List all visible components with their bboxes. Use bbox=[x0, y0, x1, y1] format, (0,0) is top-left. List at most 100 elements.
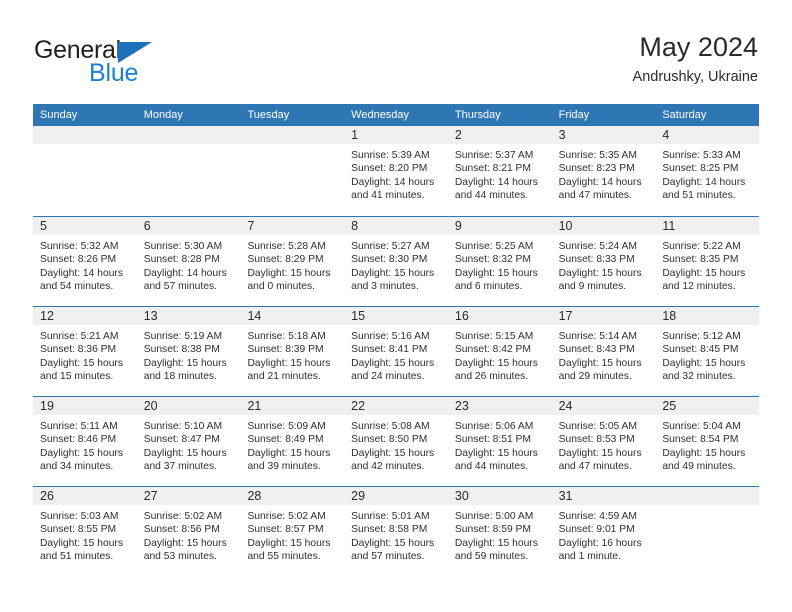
day-detail-line: Sunrise: 5:28 AM bbox=[247, 241, 326, 252]
day-detail-line: Sunrise: 5:27 AM bbox=[351, 241, 430, 252]
calendar-day-cell[interactable]: 17 Sunrise: 5:14 AM Sunset: 8:43 PM Dayligh… bbox=[551, 307, 656, 396]
day-detail-line: and 51 minutes. bbox=[662, 190, 736, 202]
day-details: Sunrise: 5:11 AM Sunset: 8:46 PM Daylight:… bbox=[33, 416, 137, 474]
day-detail-line: Sunrise: 5:00 AM bbox=[454, 511, 534, 522]
calendar-day-cell[interactable]: 20 Sunrise: 5:10 AM Sunset: 8:47 PM Dayligh… bbox=[136, 397, 241, 486]
day-detail-line: and 47 minutes. bbox=[558, 461, 632, 473]
day-detail-line: Sunset: 8:25 PM bbox=[662, 163, 739, 175]
day-number-band: 19 bbox=[33, 397, 137, 416]
day-detail-line: Sunrise: 5:11 AM bbox=[40, 421, 118, 432]
calendar-day-cell[interactable]: 5 Sunrise: 5:32 AM Sunset: 8:26 PM Daylight… bbox=[33, 217, 137, 306]
calendar-day-cell[interactable]: 1 Sunrise: 5:39 AM Sunset: 8:20 PM Daylight… bbox=[344, 126, 448, 216]
calendar-week-row: 5 Sunrise: 5:32 AM Sunset: 8:26 PM Daylight… bbox=[33, 216, 760, 306]
calendar-day-cell[interactable]: 29 Sunrise: 5:01 AM Sunset: 8:58 PM Dayligh… bbox=[344, 487, 448, 576]
calendar-day-cell[interactable]: 4 Sunrise: 5:33 AM Sunset: 8:25 PM Daylight… bbox=[655, 126, 760, 216]
day-detail-line: Sunset: 8:35 PM bbox=[662, 254, 739, 266]
day-detail-line: Sunrise: 5:12 AM bbox=[662, 331, 741, 342]
day-detail-line: Sunrise: 5:35 AM bbox=[558, 150, 638, 161]
day-detail-line: Daylight: 15 hours bbox=[247, 357, 331, 369]
calendar-day-cell[interactable]: 19 Sunrise: 5:11 AM Sunset: 8:46 PM Dayligh… bbox=[33, 397, 137, 486]
weekday-header-monday: Monday bbox=[143, 109, 183, 121]
day-detail-line: Sunset: 8:21 PM bbox=[454, 163, 532, 175]
calendar-day-cell[interactable]: 6 Sunrise: 5:30 AM Sunset: 8:28 PM Daylight… bbox=[136, 217, 241, 306]
calendar-day-cell[interactable]: 28 Sunrise: 5:02 AM Sunset: 8:57 PM Dayligh… bbox=[240, 487, 345, 576]
calendar-day-cell[interactable]: 7 Sunrise: 5:28 AM Sunset: 8:29 PM Daylight… bbox=[240, 217, 345, 306]
day-number: 9 bbox=[454, 219, 462, 233]
day-number-band: 13 bbox=[136, 307, 241, 326]
day-detail-line: Daylight: 15 hours bbox=[247, 447, 331, 459]
day-number-band: 26 bbox=[33, 487, 137, 506]
day-detail-line: Sunset: 8:33 PM bbox=[558, 254, 635, 266]
page-header: General Blue May 2024 Andrushky, Ukraine bbox=[0, 0, 792, 100]
calendar-day-cell[interactable]: 18 Sunrise: 5:12 AM Sunset: 8:45 PM Dayligh… bbox=[655, 307, 760, 396]
day-detail-line: Daylight: 15 hours bbox=[558, 447, 642, 459]
day-detail-line: Daylight: 15 hours bbox=[143, 447, 227, 459]
day-detail-line: Sunrise: 5:18 AM bbox=[247, 331, 326, 342]
calendar-day-cell[interactable]: 24 Sunrise: 5:05 AM Sunset: 8:53 PM Dayligh… bbox=[551, 397, 656, 486]
calendar-day-cell[interactable]: 30 Sunrise: 5:00 AM Sunset: 8:59 PM Dayligh… bbox=[447, 487, 552, 576]
day-detail-line: Sunset: 8:45 PM bbox=[662, 344, 739, 356]
day-detail-line: and 49 minutes. bbox=[662, 461, 736, 473]
day-number: 22 bbox=[351, 399, 366, 413]
day-details: Sunrise: 5:12 AM Sunset: 8:45 PM Daylight:… bbox=[655, 326, 759, 384]
day-detail-line: Sunrise: 5:05 AM bbox=[558, 421, 638, 432]
calendar-day-cell[interactable]: 8 Sunrise: 5:27 AM Sunset: 8:30 PM Daylight… bbox=[344, 217, 448, 306]
day-number: 7 bbox=[247, 219, 255, 233]
day-number: 12 bbox=[40, 309, 54, 323]
calendar-day-cell[interactable]: 14 Sunrise: 5:18 AM Sunset: 8:39 PM Dayligh… bbox=[240, 307, 345, 396]
day-details: Sunrise: 5:06 AM Sunset: 8:51 PM Daylight:… bbox=[448, 416, 552, 474]
day-detail-line: Sunrise: 5:19 AM bbox=[143, 331, 223, 342]
day-details: Sunrise: 5:30 AM Sunset: 8:28 PM Daylight:… bbox=[137, 236, 241, 294]
day-detail-line: Sunset: 8:42 PM bbox=[454, 344, 532, 356]
calendar-week-row: 26 Sunrise: 5:03 AM Sunset: 8:55 PM Dayligh… bbox=[33, 486, 760, 576]
calendar-day-cell[interactable]: 3 Sunrise: 5:35 AM Sunset: 8:23 PM Daylight… bbox=[551, 126, 656, 216]
day-details: Sunrise: 5:02 AM Sunset: 8:57 PM Daylight:… bbox=[240, 506, 344, 564]
day-details: Sunrise: 5:24 AM Sunset: 8:33 PM Daylight:… bbox=[552, 236, 656, 294]
calendar-day-cell[interactable]: 2 Sunrise: 5:37 AM Sunset: 8:21 PM Daylight… bbox=[447, 126, 552, 216]
day-detail-line: and 37 minutes. bbox=[143, 461, 217, 473]
calendar-day-cell[interactable]: 10 Sunrise: 5:24 AM Sunset: 8:33 PM Dayligh… bbox=[551, 217, 656, 306]
day-detail-line: Sunset: 8:50 PM bbox=[351, 434, 428, 446]
logo-text-blue: Blue bbox=[89, 59, 139, 87]
weekday-header-row: Sunday Monday Tuesday Wednesday Thursday Frid… bbox=[33, 104, 759, 126]
calendar-day-cell[interactable]: 25 Sunrise: 5:04 AM Sunset: 8:54 PM Dayligh… bbox=[655, 397, 760, 486]
day-number: 25 bbox=[662, 399, 677, 413]
calendar-day-cell[interactable]: 15 Sunrise: 5:16 AM Sunset: 8:41 PM Dayligh… bbox=[344, 307, 448, 396]
calendar-weeks: 1 Sunrise: 5:39 AM Sunset: 8:20 PM Daylight… bbox=[33, 126, 760, 576]
calendar-day-cell[interactable]: 22 Sunrise: 5:08 AM Sunset: 8:50 PM Dayligh… bbox=[344, 397, 448, 486]
day-number-band: 30 bbox=[447, 487, 552, 506]
day-detail-line: Sunrise: 5:16 AM bbox=[351, 331, 430, 342]
day-detail-line: and 47 minutes. bbox=[558, 190, 632, 202]
weekday-header-friday: Friday bbox=[558, 109, 590, 121]
day-detail-line: Daylight: 14 hours bbox=[143, 267, 227, 279]
day-number-band: 12 bbox=[33, 307, 137, 326]
day-detail-line: Daylight: 15 hours bbox=[558, 267, 642, 279]
calendar-day-cell[interactable]: 27 Sunrise: 5:02 AM Sunset: 8:56 PM Dayligh… bbox=[136, 487, 241, 576]
day-number-band: 11 bbox=[655, 217, 760, 236]
day-number: 23 bbox=[454, 399, 469, 413]
day-detail-line: Sunrise: 5:10 AM bbox=[143, 421, 223, 432]
day-details: Sunrise: 5:39 AM Sunset: 8:20 PM Daylight:… bbox=[344, 145, 448, 203]
calendar-day-cell[interactable]: 12 Sunrise: 5:21 AM Sunset: 8:36 PM Dayligh… bbox=[33, 307, 137, 396]
day-details: Sunrise: 5:28 AM Sunset: 8:29 PM Daylight:… bbox=[240, 236, 344, 294]
day-detail-line: Sunset: 9:01 PM bbox=[558, 524, 635, 536]
day-number: 26 bbox=[40, 489, 54, 503]
calendar-day-cell[interactable]: 31 Sunrise: 4:59 AM Sunset: 9:01 PM Dayligh… bbox=[551, 487, 656, 576]
calendar-day-cell[interactable]: 16 Sunrise: 5:15 AM Sunset: 8:42 PM Dayligh… bbox=[447, 307, 552, 396]
day-detail-line: Daylight: 15 hours bbox=[454, 537, 538, 549]
day-detail-line: and 57 minutes. bbox=[351, 551, 425, 563]
day-detail-line: Sunrise: 5:25 AM bbox=[454, 241, 534, 252]
calendar-day-cell[interactable]: 11 Sunrise: 5:22 AM Sunset: 8:35 PM Dayligh… bbox=[655, 217, 760, 306]
calendar-day-cell[interactable]: 21 Sunrise: 5:09 AM Sunset: 8:49 PM Dayligh… bbox=[240, 397, 345, 486]
day-number-band bbox=[240, 126, 345, 145]
day-detail-line: and 41 minutes. bbox=[351, 190, 425, 202]
day-detail-line: Sunrise: 5:37 AM bbox=[454, 150, 534, 161]
calendar-day-cell[interactable]: 9 Sunrise: 5:25 AM Sunset: 8:32 PM Daylight… bbox=[447, 217, 552, 306]
page-title: May 2024 bbox=[639, 32, 758, 62]
day-detail-line: and 0 minutes. bbox=[247, 281, 315, 293]
calendar-day-cell[interactable]: 13 Sunrise: 5:19 AM Sunset: 8:38 PM Dayligh… bbox=[136, 307, 241, 396]
calendar-day-cell[interactable]: 26 Sunrise: 5:03 AM Sunset: 8:55 PM Dayligh… bbox=[33, 487, 137, 576]
day-number-band: 1 bbox=[344, 126, 448, 145]
day-detail-line: Daylight: 15 hours bbox=[662, 447, 746, 459]
calendar-day-cell[interactable]: 23 Sunrise: 5:06 AM Sunset: 8:51 PM Dayligh… bbox=[447, 397, 552, 486]
